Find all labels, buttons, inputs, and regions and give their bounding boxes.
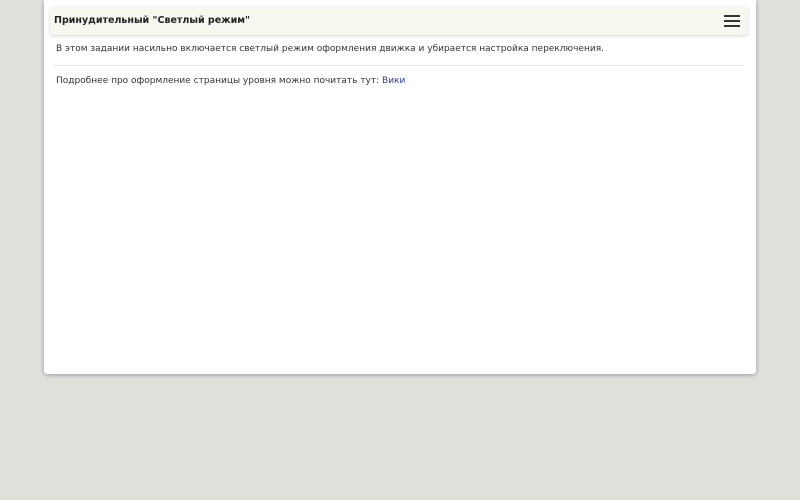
wiki-link[interactable]: Вики xyxy=(382,76,405,86)
more-info-line: Подробнее про оформление страницы уровня… xyxy=(56,76,405,86)
hamburger-menu-icon xyxy=(724,15,740,27)
menu-button[interactable] xyxy=(724,13,740,29)
task-description: В этом задании насильно включается светл… xyxy=(56,44,604,54)
page-title: Принудительный "Светлый режим" xyxy=(54,15,250,26)
divider xyxy=(54,65,744,66)
panel-header: Принудительный "Светлый режим" xyxy=(50,7,748,35)
more-info-text: Подробнее про оформление страницы уровня… xyxy=(56,76,380,86)
task-panel: Принудительный "Светлый режим" В этом за… xyxy=(44,0,756,374)
